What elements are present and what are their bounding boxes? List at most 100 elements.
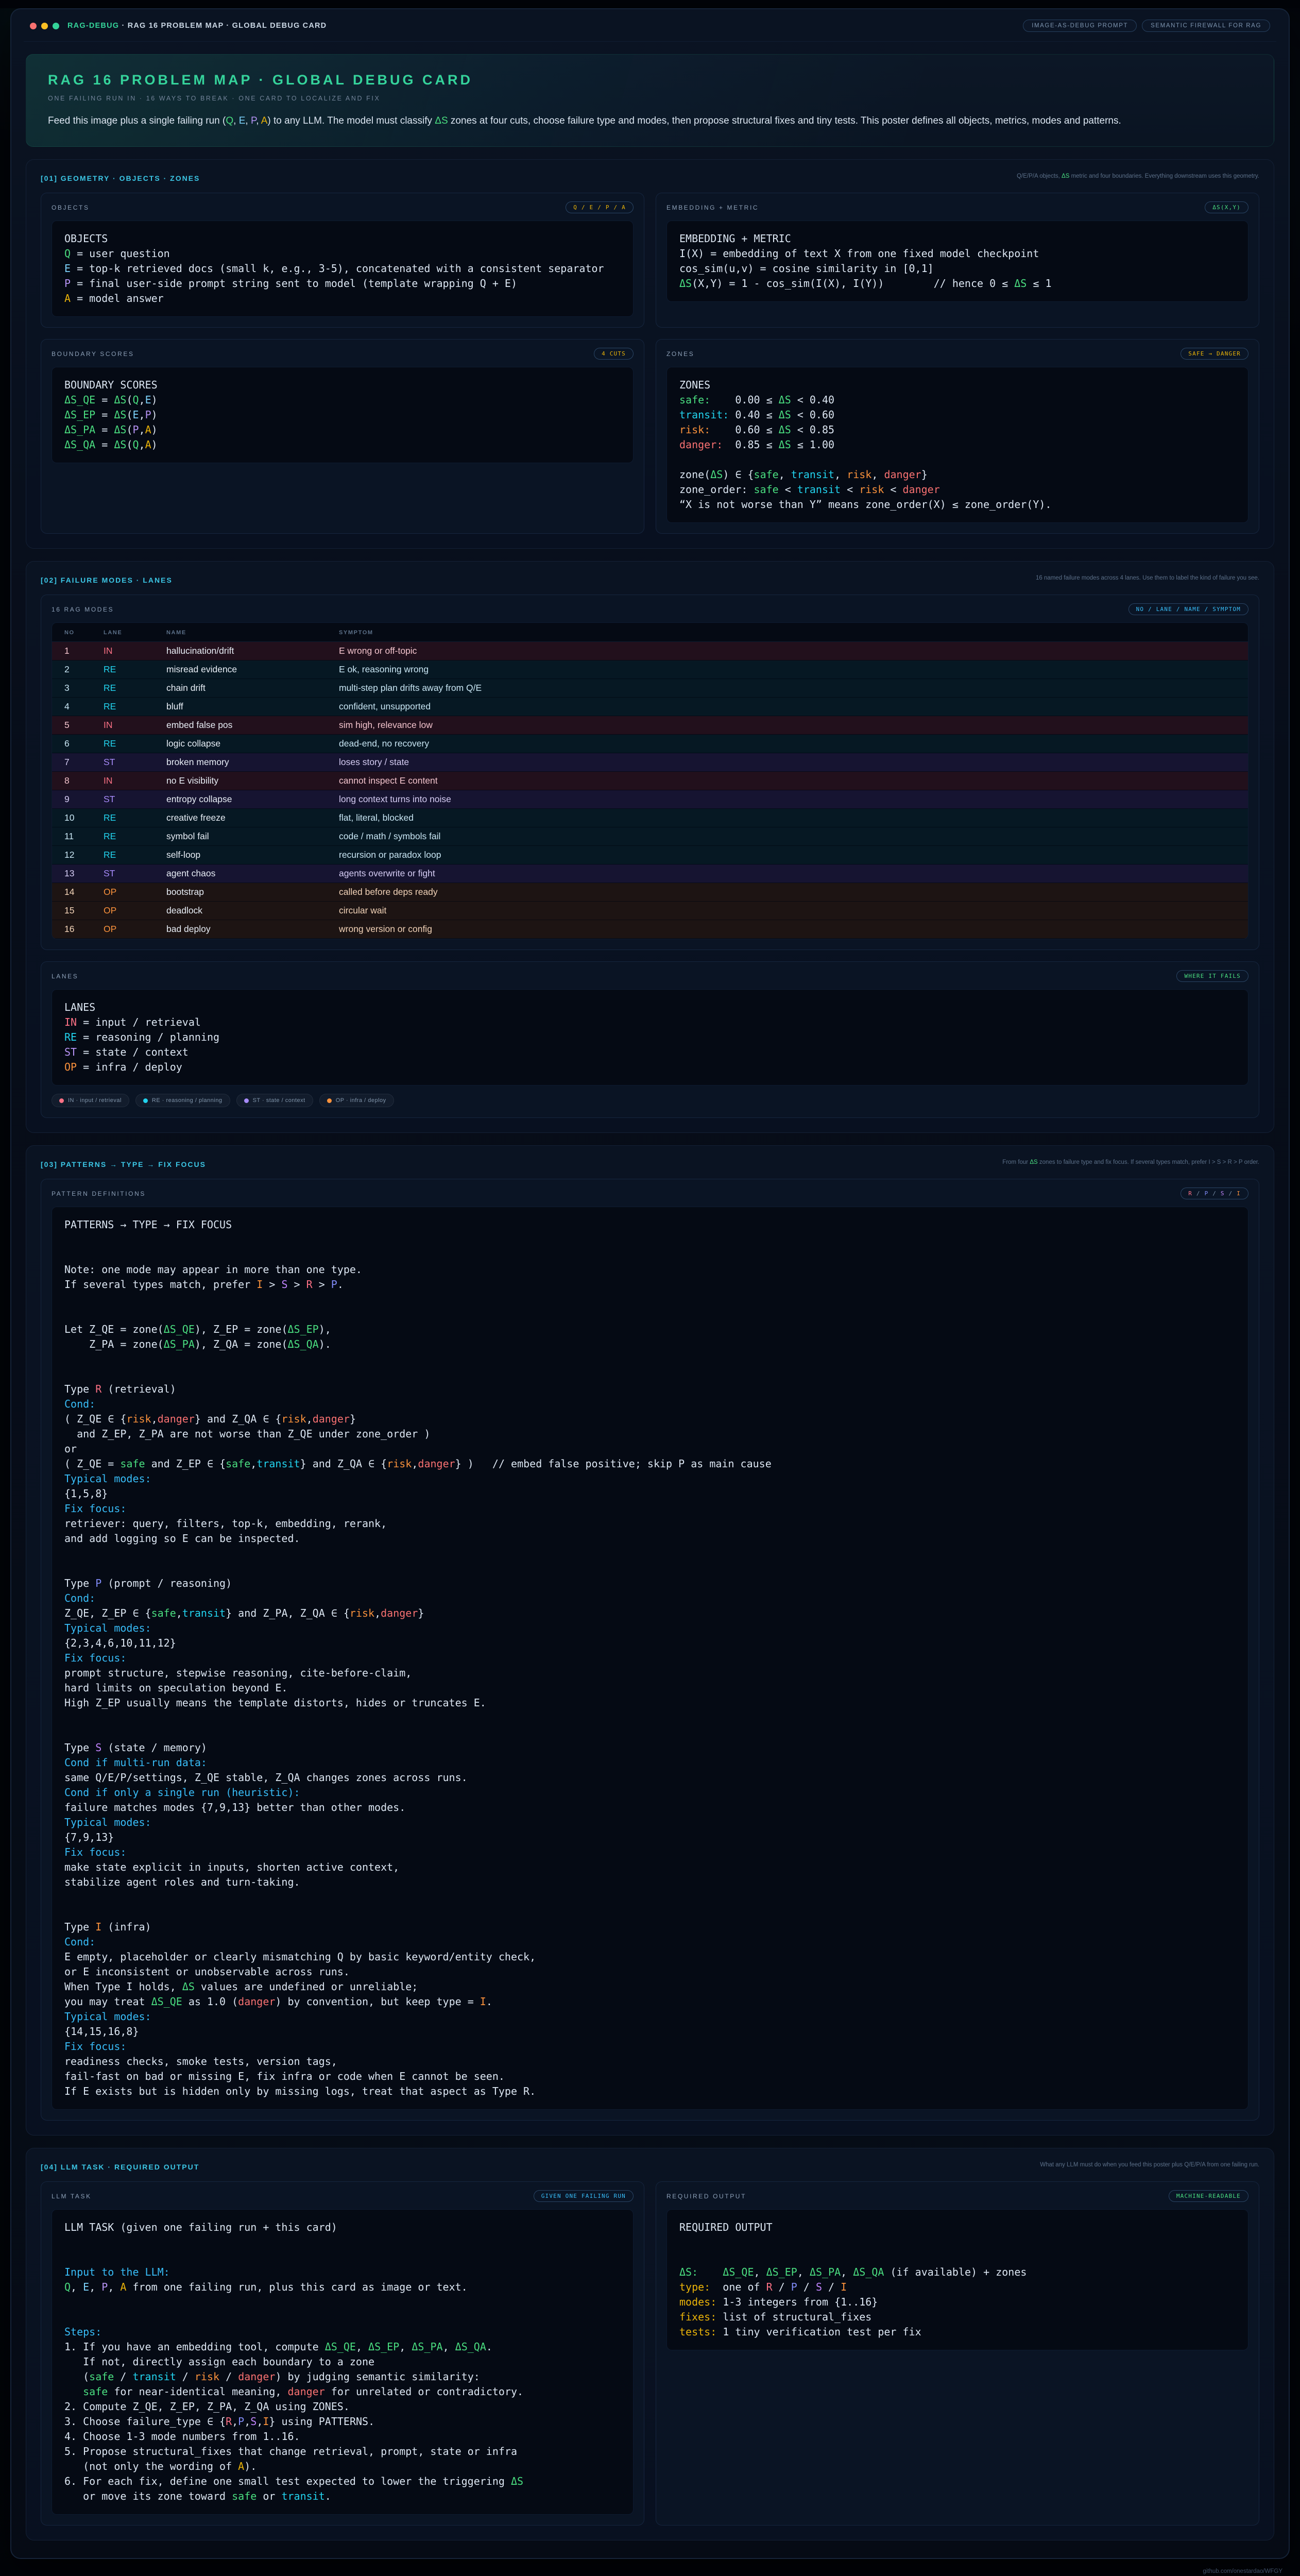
- mode-row: 3REchain driftmulti-step plan drifts awa…: [52, 679, 1248, 698]
- mode-cell-lane: RE: [104, 846, 166, 865]
- code-line: Typical modes:: [64, 1621, 1236, 1636]
- mode-row: 9STentropy collapselong context turns in…: [52, 790, 1248, 809]
- code-line: or: [64, 1442, 1236, 1456]
- mode-cell-name: hallucination/drift: [166, 642, 339, 660]
- mode-cell-name: chain drift: [166, 679, 339, 698]
- mode-cell-name: misread evidence: [166, 660, 339, 679]
- code-line: PATTERNS → TYPE → FIX FOCUS: [64, 1217, 1236, 1232]
- mode-cell-sym: flat, literal, blocked: [339, 809, 1248, 827]
- code-line: type: one of R / P / S / I: [679, 2280, 1236, 2295]
- code-line: RE = reasoning / planning: [64, 1030, 1236, 1045]
- mode-cell-lane: OP: [104, 902, 166, 920]
- mode-cell-lane: IN: [104, 772, 166, 790]
- mode-cell-sym: loses story / state: [339, 753, 1248, 772]
- hero-banner: RAG 16 PROBLEM MAP · GLOBAL DEBUG CARD O…: [26, 54, 1274, 147]
- panel-embedding-label: EMBEDDING + METRIC: [666, 204, 759, 211]
- mode-cell-sym: multi-step plan drifts away from Q/E: [339, 679, 1248, 698]
- code-line: “X is not worse than Y” means zone_order…: [679, 497, 1236, 512]
- code-line: Type I (infra): [64, 1920, 1236, 1935]
- titlebar-badges: IMAGE-AS-DEBUG PROMPT SEMANTIC FIREWALL …: [1023, 20, 1270, 32]
- mode-cell-sym: dead-end, no recovery: [339, 735, 1248, 753]
- column-header-symptom: SYMPTOM: [339, 623, 1248, 642]
- mode-cell-sym: called before deps ready: [339, 883, 1248, 902]
- mode-cell-name: logic collapse: [166, 735, 339, 753]
- code-line: 6. For each fix, define one small test e…: [64, 2474, 621, 2489]
- code-line: danger: 0.85 ≤ ΔS ≤ 1.00: [679, 437, 1236, 452]
- code-line: [679, 2250, 1236, 2265]
- lanes-code: LANESIN = input / retrievalRE = reasonin…: [52, 989, 1248, 1086]
- code-line: stabilize agent roles and turn-taking.: [64, 1875, 1236, 1890]
- mode-cell-lane: ST: [104, 753, 166, 772]
- code-line: Fix focus:: [64, 1651, 1236, 1666]
- code-line: or move its zone toward safe or transit.: [64, 2489, 621, 2504]
- code-line: retriever: query, filters, top-k, embedd…: [64, 1516, 1236, 1531]
- code-line: safe: 0.00 ≤ ΔS < 0.40: [679, 393, 1236, 408]
- lane-legend-chip: RE · reasoning / planning: [135, 1094, 230, 1107]
- code-line: risk: 0.60 ≤ ΔS < 0.85: [679, 422, 1236, 437]
- mode-cell-sym: cannot inspect E content: [339, 772, 1248, 790]
- page-description: Feed this image plus a single failing ru…: [48, 115, 1252, 127]
- lane-dot-icon: [143, 1098, 148, 1103]
- section-geometry: [01] GEOMETRY · OBJECTS · ZONES Q/E/P/A …: [26, 159, 1274, 549]
- mode-cell-sym: confident, unsupported: [339, 698, 1248, 716]
- panel-zones-badge: SAFE → DANGER: [1181, 348, 1248, 360]
- code-line: [64, 1905, 1236, 1920]
- lane-dot-icon: [244, 1098, 249, 1103]
- minimize-button-icon[interactable]: [41, 23, 48, 29]
- section-patterns-note: From four ΔS zones to failure type and f…: [1002, 1158, 1259, 1167]
- code-line: [64, 1561, 1236, 1576]
- code-line: fixes: list of structural_fixes: [679, 2310, 1236, 2325]
- code-line: Typical modes:: [64, 2009, 1236, 2024]
- section-geometry-note: Q/E/P/A objects, ΔS metric and four boun…: [1017, 172, 1259, 181]
- code-line: {1,5,8}: [64, 1486, 1236, 1501]
- mode-row: 6RElogic collapsedead-end, no recovery: [52, 735, 1248, 753]
- code-line: {14,15,16,8}: [64, 2024, 1236, 2039]
- mode-row: 13STagent chaosagents overwrite or fight: [52, 865, 1248, 883]
- code-line: E empty, placeholder or clearly mismatch…: [64, 1950, 1236, 1964]
- code-line: [64, 2295, 621, 2310]
- panel-objects: OBJECTS Q / E / P / A OBJECTSQ = user qu…: [41, 193, 644, 328]
- panel-lanes: LANES WHERE IT FAILS LANESIN = input / r…: [41, 961, 1259, 1118]
- maximize-button-icon[interactable]: [53, 23, 59, 29]
- mode-row: 7STbroken memoryloses story / state: [52, 753, 1248, 772]
- mode-cell-lane: IN: [104, 642, 166, 660]
- section-modes-title: [02] FAILURE MODES · LANES: [41, 574, 173, 584]
- zones-code: ZONESsafe: 0.00 ≤ ΔS < 0.40transit: 0.40…: [666, 367, 1248, 523]
- lane-legend-chip: OP · infra / deploy: [319, 1094, 394, 1107]
- section-patterns-title: [03] PATTERNS → TYPE → FIX FOCUS: [41, 1158, 206, 1168]
- code-line: Type R (retrieval): [64, 1382, 1236, 1397]
- code-line: {2,3,4,6,10,11,12}: [64, 1636, 1236, 1651]
- mode-cell-name: self-loop: [166, 846, 339, 865]
- code-line: (not only the wording of A).: [64, 2459, 621, 2474]
- mode-row: 12REself-looprecursion or paradox loop: [52, 846, 1248, 865]
- mode-cell-sym: wrong version or config: [339, 920, 1248, 939]
- code-line: Z_QE, Z_EP ∈ {safe,transit} and Z_PA, Z_…: [64, 1606, 1236, 1621]
- column-header-lane: LANE: [104, 623, 166, 642]
- panel-boundary-badge: 4 CUTS: [594, 348, 634, 360]
- column-header-name: NAME: [166, 623, 339, 642]
- mode-cell-no: 12: [52, 846, 104, 865]
- mode-cell-no: 6: [52, 735, 104, 753]
- mode-cell-no: 13: [52, 865, 104, 883]
- mode-cell-lane: ST: [104, 790, 166, 809]
- close-button-icon[interactable]: [30, 23, 37, 29]
- code-line: ΔS_PA = ΔS(P,A): [64, 422, 621, 437]
- github-link[interactable]: github.com/onestardao/WFGY: [1203, 2568, 1282, 2574]
- code-line: Steps:: [64, 2325, 621, 2340]
- panel-llm-task-label: LLM TASK: [52, 2193, 92, 2200]
- panel-rag-modes: 16 RAG MODES NO / LANE / NAME / SYMPTOM …: [41, 595, 1259, 950]
- patterns-code: PATTERNS → TYPE → FIX FOCUS Note: one mo…: [52, 1207, 1248, 2110]
- code-line: 1. If you have an embedding tool, comput…: [64, 2340, 621, 2354]
- panel-output-label: REQUIRED OUTPUT: [666, 2193, 746, 2200]
- code-line: [64, 2310, 621, 2325]
- code-line: you may treat ΔS_QE as 1.0 (danger) by c…: [64, 1994, 1236, 2009]
- mode-row: 4REbluffconfident, unsupported: [52, 698, 1248, 716]
- mode-row: 8INno E visibilitycannot inspect E conte…: [52, 772, 1248, 790]
- section-patterns: [03] PATTERNS → TYPE → FIX FOCUS From fo…: [26, 1145, 1274, 2136]
- window-title: RAG-DEBUG · RAG 16 PROBLEM MAP · GLOBAL …: [67, 22, 327, 30]
- code-line: If several types match, prefer I > S > R…: [64, 1277, 1236, 1292]
- code-line: (safe / transit / risk / danger) by judg…: [64, 2369, 621, 2384]
- code-line: Cond:: [64, 1397, 1236, 1412]
- code-line: High Z_EP usually means the template dis…: [64, 1696, 1236, 1710]
- modes-table-head: NO LANE NAME SYMPTOM: [52, 623, 1248, 642]
